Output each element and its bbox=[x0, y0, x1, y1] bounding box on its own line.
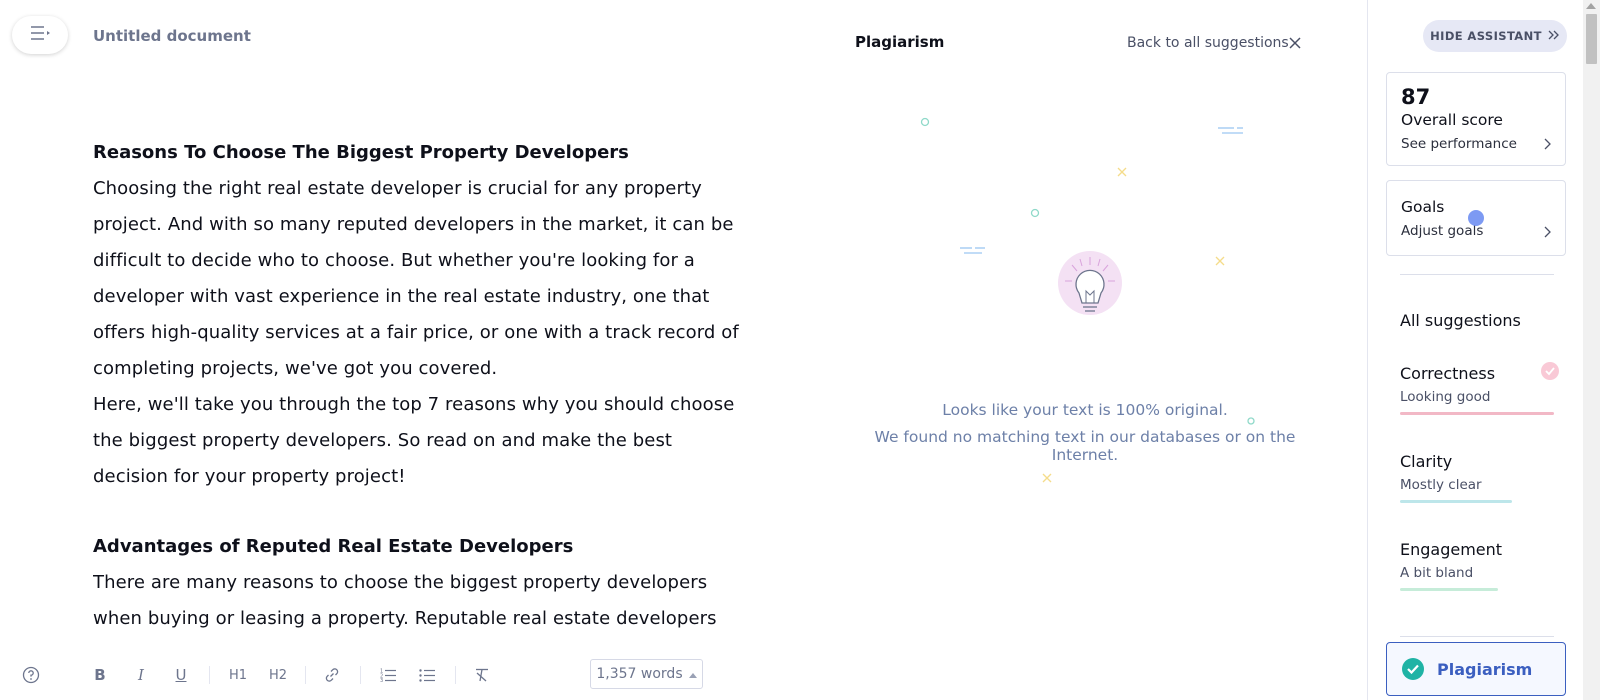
back-to-suggestions-link[interactable]: Back to all suggestions bbox=[1127, 35, 1289, 51]
clarity-category[interactable]: Clarity Mostly clear bbox=[1400, 452, 1570, 503]
plagiarism-button[interactable]: Plagiarism bbox=[1386, 642, 1566, 696]
overall-score-label: Overall score bbox=[1401, 111, 1503, 129]
category-name: Engagement bbox=[1400, 540, 1503, 559]
category-status: Mostly clear bbox=[1400, 477, 1482, 493]
caret-up-icon bbox=[688, 666, 697, 682]
hamburger-menu-icon bbox=[29, 25, 51, 45]
engagement-category[interactable]: Engagement A bit bland bbox=[1400, 540, 1570, 591]
numbered-list-icon[interactable]: 123 bbox=[377, 664, 399, 686]
document-title[interactable]: Untitled document bbox=[93, 27, 251, 45]
chevron-right-icon bbox=[1543, 136, 1553, 150]
heading1-button[interactable]: H1 bbox=[225, 664, 251, 686]
all-suggestions-link[interactable]: All suggestions bbox=[1400, 311, 1521, 330]
hide-assistant-label: HIDE ASSISTANT bbox=[1430, 29, 1542, 43]
plagiarism-panel-title: Plagiarism bbox=[855, 33, 945, 51]
scroll-up-arrow-icon[interactable] bbox=[1586, 3, 1596, 9]
check-circle-icon bbox=[1401, 657, 1425, 681]
mouse-cursor bbox=[1468, 210, 1484, 226]
category-status: A bit bland bbox=[1400, 565, 1474, 581]
overall-score-value: 87 bbox=[1401, 85, 1431, 109]
bullet-list-icon[interactable] bbox=[416, 664, 438, 686]
paragraph: Choosing the right real estate developer… bbox=[93, 178, 739, 379]
category-status: Looking good bbox=[1400, 389, 1491, 405]
link-icon[interactable] bbox=[321, 664, 343, 686]
formatting-toolbar: B I U H1 H2 123 1,357 words bbox=[0, 652, 760, 696]
word-count: 1,357 words bbox=[596, 666, 683, 682]
editor[interactable]: Reasons To Choose The Biggest Property D… bbox=[93, 135, 743, 635]
original-message: Looks like your text is 100% original. bbox=[942, 401, 1228, 419]
heading2-button[interactable]: H2 bbox=[265, 664, 291, 686]
paragraph: Here, we'll take you through the top 7 r… bbox=[93, 394, 735, 487]
goals-label: Goals bbox=[1401, 198, 1445, 216]
paragraph: There are many reasons to choose the big… bbox=[93, 572, 717, 629]
see-performance-link[interactable]: See performance bbox=[1401, 136, 1517, 152]
heading-advantages: Advantages of Reputed Real Estate Develo… bbox=[93, 536, 574, 557]
heading-reasons: Reasons To Choose The Biggest Property D… bbox=[93, 142, 629, 163]
scrollbar[interactable] bbox=[1583, 0, 1600, 700]
underline-button[interactable]: U bbox=[170, 664, 192, 686]
assistant-sidebar: HIDE ASSISTANT 87 Overall score See perf… bbox=[1367, 0, 1583, 700]
italic-button[interactable]: I bbox=[130, 664, 152, 686]
overall-score-card[interactable]: 87 Overall score See performance bbox=[1386, 72, 1566, 166]
adjust-goals-link[interactable]: Adjust goals bbox=[1401, 223, 1483, 239]
bold-button[interactable]: B bbox=[89, 664, 111, 686]
double-chevron-right-icon bbox=[1548, 29, 1560, 43]
menu-button[interactable] bbox=[12, 16, 68, 54]
svg-text:3: 3 bbox=[380, 678, 383, 682]
correctness-category[interactable]: Correctness Looking good bbox=[1400, 361, 1570, 415]
help-icon[interactable] bbox=[20, 664, 42, 686]
word-count-button[interactable]: 1,357 words bbox=[590, 659, 703, 689]
close-icon[interactable] bbox=[1287, 35, 1303, 51]
category-name: Clarity bbox=[1400, 452, 1453, 471]
plagiarism-label: Plagiarism bbox=[1437, 659, 1533, 679]
no-match-message: We found no matching text in our databas… bbox=[874, 428, 1296, 464]
scrollbar-thumb[interactable] bbox=[1586, 14, 1597, 64]
check-circle-icon bbox=[1540, 361, 1560, 385]
hide-assistant-button[interactable]: HIDE ASSISTANT bbox=[1423, 20, 1567, 52]
chevron-right-icon bbox=[1543, 224, 1553, 238]
clear-format-icon[interactable] bbox=[471, 664, 493, 686]
